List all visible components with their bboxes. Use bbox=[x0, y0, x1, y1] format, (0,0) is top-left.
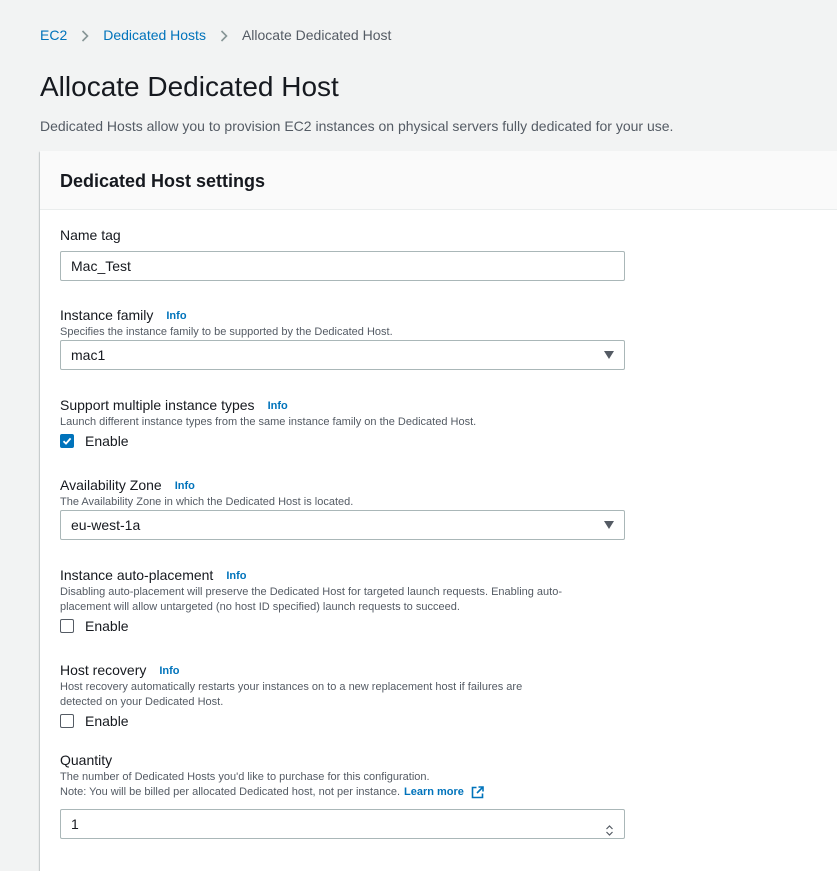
host-recovery-label: Host recovery bbox=[60, 662, 147, 678]
availability-zone-info-link[interactable]: Info bbox=[175, 477, 195, 495]
host-recovery-checkbox-label: Enable bbox=[85, 713, 129, 729]
quantity-field: Quantity The number of Dedicated Hosts y… bbox=[60, 751, 625, 839]
auto-placement-info-link[interactable]: Info bbox=[226, 567, 246, 585]
auto-placement-description-line1: Disabling auto-placement will preserve t… bbox=[60, 586, 563, 598]
auto-placement-label: Instance auto-placement bbox=[60, 567, 214, 583]
auto-placement-description-line2: placement will allow untargeted (no host… bbox=[60, 601, 460, 613]
panel-title: Dedicated Host settings bbox=[60, 171, 266, 191]
multiple-types-label: Support multiple instance types bbox=[60, 397, 255, 413]
instance-family-value: mac1 bbox=[71, 347, 106, 363]
availability-zone-description: The Availability Zone in which the Dedic… bbox=[60, 496, 354, 508]
multiple-types-checkbox[interactable] bbox=[60, 434, 74, 448]
auto-placement-checkbox-label: Enable bbox=[85, 618, 129, 634]
host-recovery-checkbox[interactable] bbox=[60, 714, 74, 728]
name-tag-value: Mac_Test bbox=[71, 258, 131, 274]
breadcrumb-current: Allocate Dedicated Host bbox=[241, 27, 392, 43]
dropdown-arrow-icon bbox=[604, 521, 614, 529]
chevron-right-icon bbox=[206, 25, 242, 45]
quantity-label: Quantity bbox=[60, 752, 113, 768]
quantity-description-line2: Note: You will be billed per allocated D… bbox=[60, 786, 400, 798]
instance-family-info-link[interactable]: Info bbox=[166, 307, 186, 325]
quantity-description-line1: The number of Dedicated Hosts you'd like… bbox=[60, 771, 430, 783]
multiple-types-field: Support multiple instance types Info Lau… bbox=[60, 396, 625, 450]
auto-placement-field: Instance auto-placement Info Disabling a… bbox=[60, 566, 625, 635]
name-tag-input[interactable]: Mac_Test bbox=[60, 251, 625, 281]
instance-family-field: Instance family Info Specifies the insta… bbox=[60, 306, 625, 370]
external-link-icon[interactable] bbox=[471, 786, 484, 799]
instance-family-description: Specifies the instance family to be supp… bbox=[60, 326, 393, 338]
multiple-types-checkbox-label: Enable bbox=[85, 433, 129, 449]
auto-placement-checkbox-row[interactable]: Enable bbox=[60, 617, 625, 635]
availability-zone-field: Availability Zone Info The Availability … bbox=[60, 476, 625, 540]
checkmark-icon bbox=[62, 437, 72, 445]
instance-family-select[interactable]: mac1 bbox=[60, 340, 625, 370]
panel-header: Dedicated Host settings bbox=[40, 151, 837, 210]
name-tag-field: Name tag Mac_Test bbox=[60, 226, 625, 281]
availability-zone-value: eu-west-1a bbox=[71, 517, 141, 533]
host-recovery-info-link[interactable]: Info bbox=[159, 662, 179, 680]
multiple-types-description: Launch different instance types from the… bbox=[60, 416, 477, 428]
page-description: Dedicated Hosts allow you to provision E… bbox=[40, 118, 674, 134]
breadcrumb-dedicated-hosts-link[interactable]: Dedicated Hosts bbox=[103, 25, 206, 45]
breadcrumb: EC2 Dedicated Hosts Allocate Dedicated H… bbox=[40, 25, 391, 45]
quantity-input[interactable]: 1 bbox=[60, 809, 625, 839]
page-title: Allocate Dedicated Host bbox=[40, 71, 339, 102]
dropdown-arrow-icon bbox=[604, 351, 614, 359]
quantity-value: 1 bbox=[71, 816, 79, 832]
auto-placement-checkbox[interactable] bbox=[60, 619, 74, 633]
learn-more-link[interactable]: Learn more bbox=[404, 785, 464, 800]
host-recovery-checkbox-row[interactable]: Enable bbox=[60, 712, 625, 730]
host-recovery-field: Host recovery Info Host recovery automat… bbox=[60, 661, 625, 730]
name-tag-label: Name tag bbox=[60, 227, 121, 243]
host-recovery-description-line2: detected on your Dedicated Host. bbox=[60, 696, 224, 708]
quantity-description-line2-row: Note: You will be billed per allocated D… bbox=[60, 785, 625, 800]
breadcrumb-ec2-link[interactable]: EC2 bbox=[40, 25, 67, 45]
chevron-right-icon bbox=[67, 25, 103, 45]
availability-zone-select[interactable]: eu-west-1a bbox=[60, 510, 625, 540]
instance-family-label: Instance family bbox=[60, 307, 154, 323]
availability-zone-label: Availability Zone bbox=[60, 477, 162, 493]
settings-panel: Dedicated Host settings Name tag Mac_Tes… bbox=[40, 151, 837, 871]
multiple-types-info-link[interactable]: Info bbox=[268, 397, 288, 415]
multiple-types-checkbox-row[interactable]: Enable bbox=[60, 432, 625, 450]
stepper-icon[interactable] bbox=[605, 818, 614, 836]
host-recovery-description-line1: Host recovery automatically restarts you… bbox=[60, 681, 523, 693]
